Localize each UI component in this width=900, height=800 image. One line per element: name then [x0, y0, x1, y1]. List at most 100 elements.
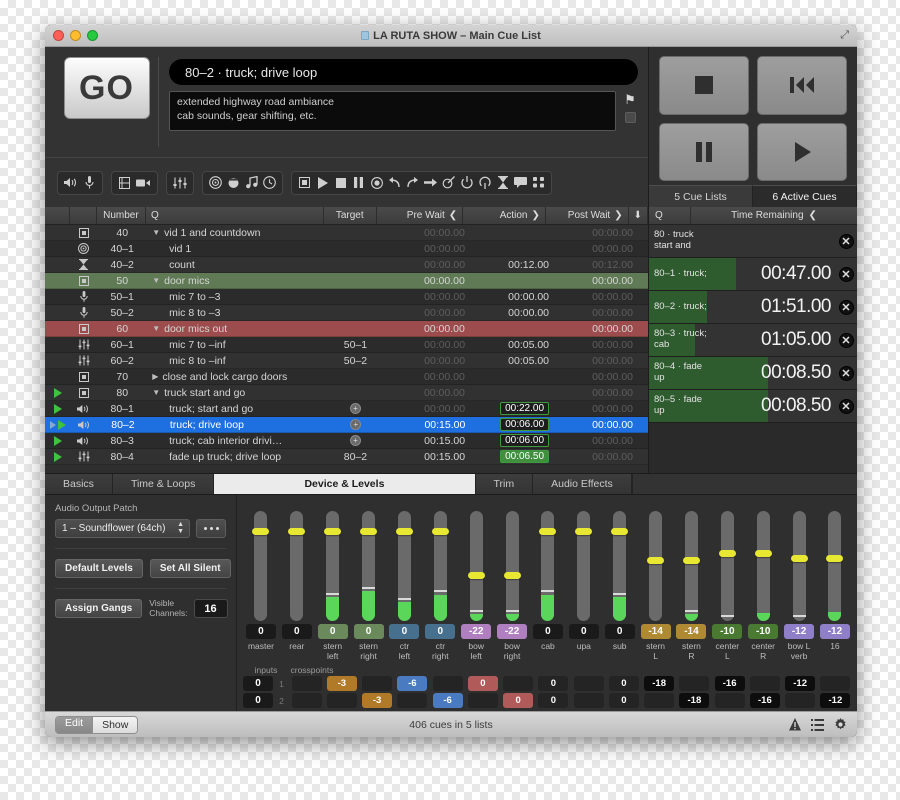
disclosure-open-icon[interactable]: ▼: [152, 388, 160, 397]
fader-column[interactable]: 0stern left: [315, 511, 351, 663]
goto-icon[interactable]: [424, 177, 437, 188]
stop-cue-button[interactable]: ✕: [835, 267, 857, 282]
fader-value[interactable]: -10: [712, 624, 742, 639]
start-icon[interactable]: [316, 177, 329, 189]
camera-icon[interactable]: [136, 178, 151, 188]
active-cue-row[interactable]: 80–1 · truck;00:47.00✕: [649, 258, 857, 291]
fullscreen-icon[interactable]: ⤢: [840, 29, 849, 42]
fader-column[interactable]: 0master: [243, 511, 279, 663]
crosspoint-cell[interactable]: 0: [465, 676, 500, 691]
fader-column[interactable]: 0cab: [530, 511, 566, 663]
fader-column[interactable]: 0upa: [566, 511, 602, 663]
target-dot-icon[interactable]: +: [350, 435, 361, 446]
tab-basics[interactable]: Basics: [45, 474, 113, 494]
wait-icon[interactable]: [496, 176, 509, 189]
fader-handle[interactable]: [719, 550, 736, 557]
active-cue-row[interactable]: 80–5 · fade up00:08.50✕: [649, 390, 857, 423]
action-time-value[interactable]: 00:06.50: [500, 450, 549, 463]
crosspoint-value[interactable]: [644, 693, 674, 708]
fader-column[interactable]: -10center L: [709, 511, 745, 663]
light-icon[interactable]: [227, 177, 240, 189]
fader-value[interactable]: -14: [641, 624, 671, 639]
crosspoint-value[interactable]: -16: [750, 693, 780, 708]
table-row[interactable]: 50–2mic 8 to –300:00.0000:00.0000:00.00: [45, 305, 648, 321]
action-time-value[interactable]: 00:06.00: [500, 418, 549, 431]
crosspoint-value[interactable]: [503, 676, 533, 691]
table-row[interactable]: 80▼truck start and go00:00.0000:00.00: [45, 385, 648, 401]
show-mode-button[interactable]: Show: [92, 717, 137, 733]
memo-icon[interactable]: [514, 177, 527, 188]
table-row[interactable]: 50▼door mics00:00.0000:00.00: [45, 273, 648, 289]
edit-show-toggle[interactable]: Edit Show: [55, 716, 138, 734]
fader-value[interactable]: 0: [389, 624, 419, 639]
active-cue-row[interactable]: 80–2 · truck;01:51.00✕: [649, 291, 857, 324]
fader-track[interactable]: [434, 511, 447, 621]
crosspoint-value[interactable]: 0: [609, 676, 639, 691]
table-row[interactable]: 60–1mic 7 to –inf50–100:00.0000:05.0000:…: [45, 337, 648, 353]
crosspoint-cell[interactable]: [712, 693, 747, 708]
gear-icon[interactable]: [834, 718, 847, 731]
crosspoint-cell[interactable]: 0: [536, 693, 571, 708]
fader-value[interactable]: -22: [497, 624, 527, 639]
crosspoint-value[interactable]: 0: [609, 693, 639, 708]
fader-track[interactable]: [398, 511, 411, 621]
crosspoint-cell[interactable]: [783, 693, 818, 708]
crosspoint-value[interactable]: [820, 676, 850, 691]
fader-track[interactable]: [362, 511, 375, 621]
fader-track[interactable]: [470, 511, 483, 621]
fader-value[interactable]: 0: [318, 624, 348, 639]
crosspoint-cell[interactable]: [501, 676, 536, 691]
crosspoint-cell[interactable]: -16: [712, 676, 747, 691]
crosspoint-value[interactable]: -12: [785, 676, 815, 691]
close-window-button[interactable]: [53, 30, 64, 41]
fader-column[interactable]: -10center R: [745, 511, 781, 663]
fader-column[interactable]: -1216: [817, 511, 853, 663]
pause-icon[interactable]: [352, 177, 365, 188]
fader-value[interactable]: -14: [676, 624, 706, 639]
audio-icon[interactable]: [64, 177, 78, 188]
list-icon[interactable]: [811, 719, 824, 731]
audio-output-patch-select[interactable]: 1 – Soundflower (64ch) ▲▼: [55, 519, 190, 538]
column-action[interactable]: Action ❯: [463, 207, 546, 224]
fader-track[interactable]: [326, 511, 339, 621]
table-row[interactable]: 80–3truck; cab interior drivi…+00:15.000…: [45, 433, 648, 449]
crosspoint-cell[interactable]: [747, 676, 782, 691]
fader-handle[interactable]: [755, 550, 772, 557]
fade-icon[interactable]: [173, 177, 187, 189]
fader-handle[interactable]: [468, 572, 485, 579]
fader-track[interactable]: [685, 511, 698, 621]
crosspoint-value[interactable]: [574, 693, 604, 708]
table-row[interactable]: 80–4fade up truck; drive loop80–200:15.0…: [45, 449, 648, 465]
active-cue-row[interactable]: 80–4 · fade up00:08.50✕: [649, 357, 857, 390]
stop-cue-button[interactable]: ✕: [835, 333, 857, 348]
column-q[interactable]: Q: [146, 207, 324, 224]
crosspoint-value[interactable]: -6: [397, 676, 427, 691]
target-dot-icon[interactable]: +: [350, 419, 361, 430]
crosspoint-value[interactable]: 0: [538, 676, 568, 691]
crosspoint-cell[interactable]: [395, 693, 430, 708]
crosspoint-cell[interactable]: [571, 676, 606, 691]
crosspoint-cell[interactable]: -3: [324, 676, 359, 691]
stop-cue-button[interactable]: ✕: [835, 399, 857, 414]
crosspoint-value[interactable]: [292, 693, 322, 708]
visible-channels-value[interactable]: 16: [194, 599, 228, 618]
group-icon[interactable]: [298, 177, 311, 188]
window-controls[interactable]: [45, 30, 98, 41]
crosspoint-cell[interactable]: 0: [606, 693, 641, 708]
fader-column[interactable]: -14stern L: [638, 511, 674, 663]
midi-icon[interactable]: [245, 176, 258, 189]
crosspoint-value[interactable]: [468, 693, 498, 708]
crosspoint-value[interactable]: [785, 693, 815, 708]
crosspoint-value[interactable]: [362, 676, 392, 691]
previous-button[interactable]: [757, 56, 847, 115]
table-row[interactable]: 70▶close and lock cargo doors00:00.0000:…: [45, 369, 648, 385]
fader-handle[interactable]: [432, 528, 449, 535]
script-icon[interactable]: [532, 177, 545, 188]
action-time-value[interactable]: 00:22.00: [500, 402, 549, 415]
fader-column[interactable]: -22bow left: [458, 511, 494, 663]
fader-handle[interactable]: [826, 555, 843, 562]
fader-column[interactable]: 0sub: [602, 511, 638, 663]
fader-handle[interactable]: [683, 557, 700, 564]
fader-handle[interactable]: [791, 555, 808, 562]
fader-track[interactable]: [793, 511, 806, 621]
